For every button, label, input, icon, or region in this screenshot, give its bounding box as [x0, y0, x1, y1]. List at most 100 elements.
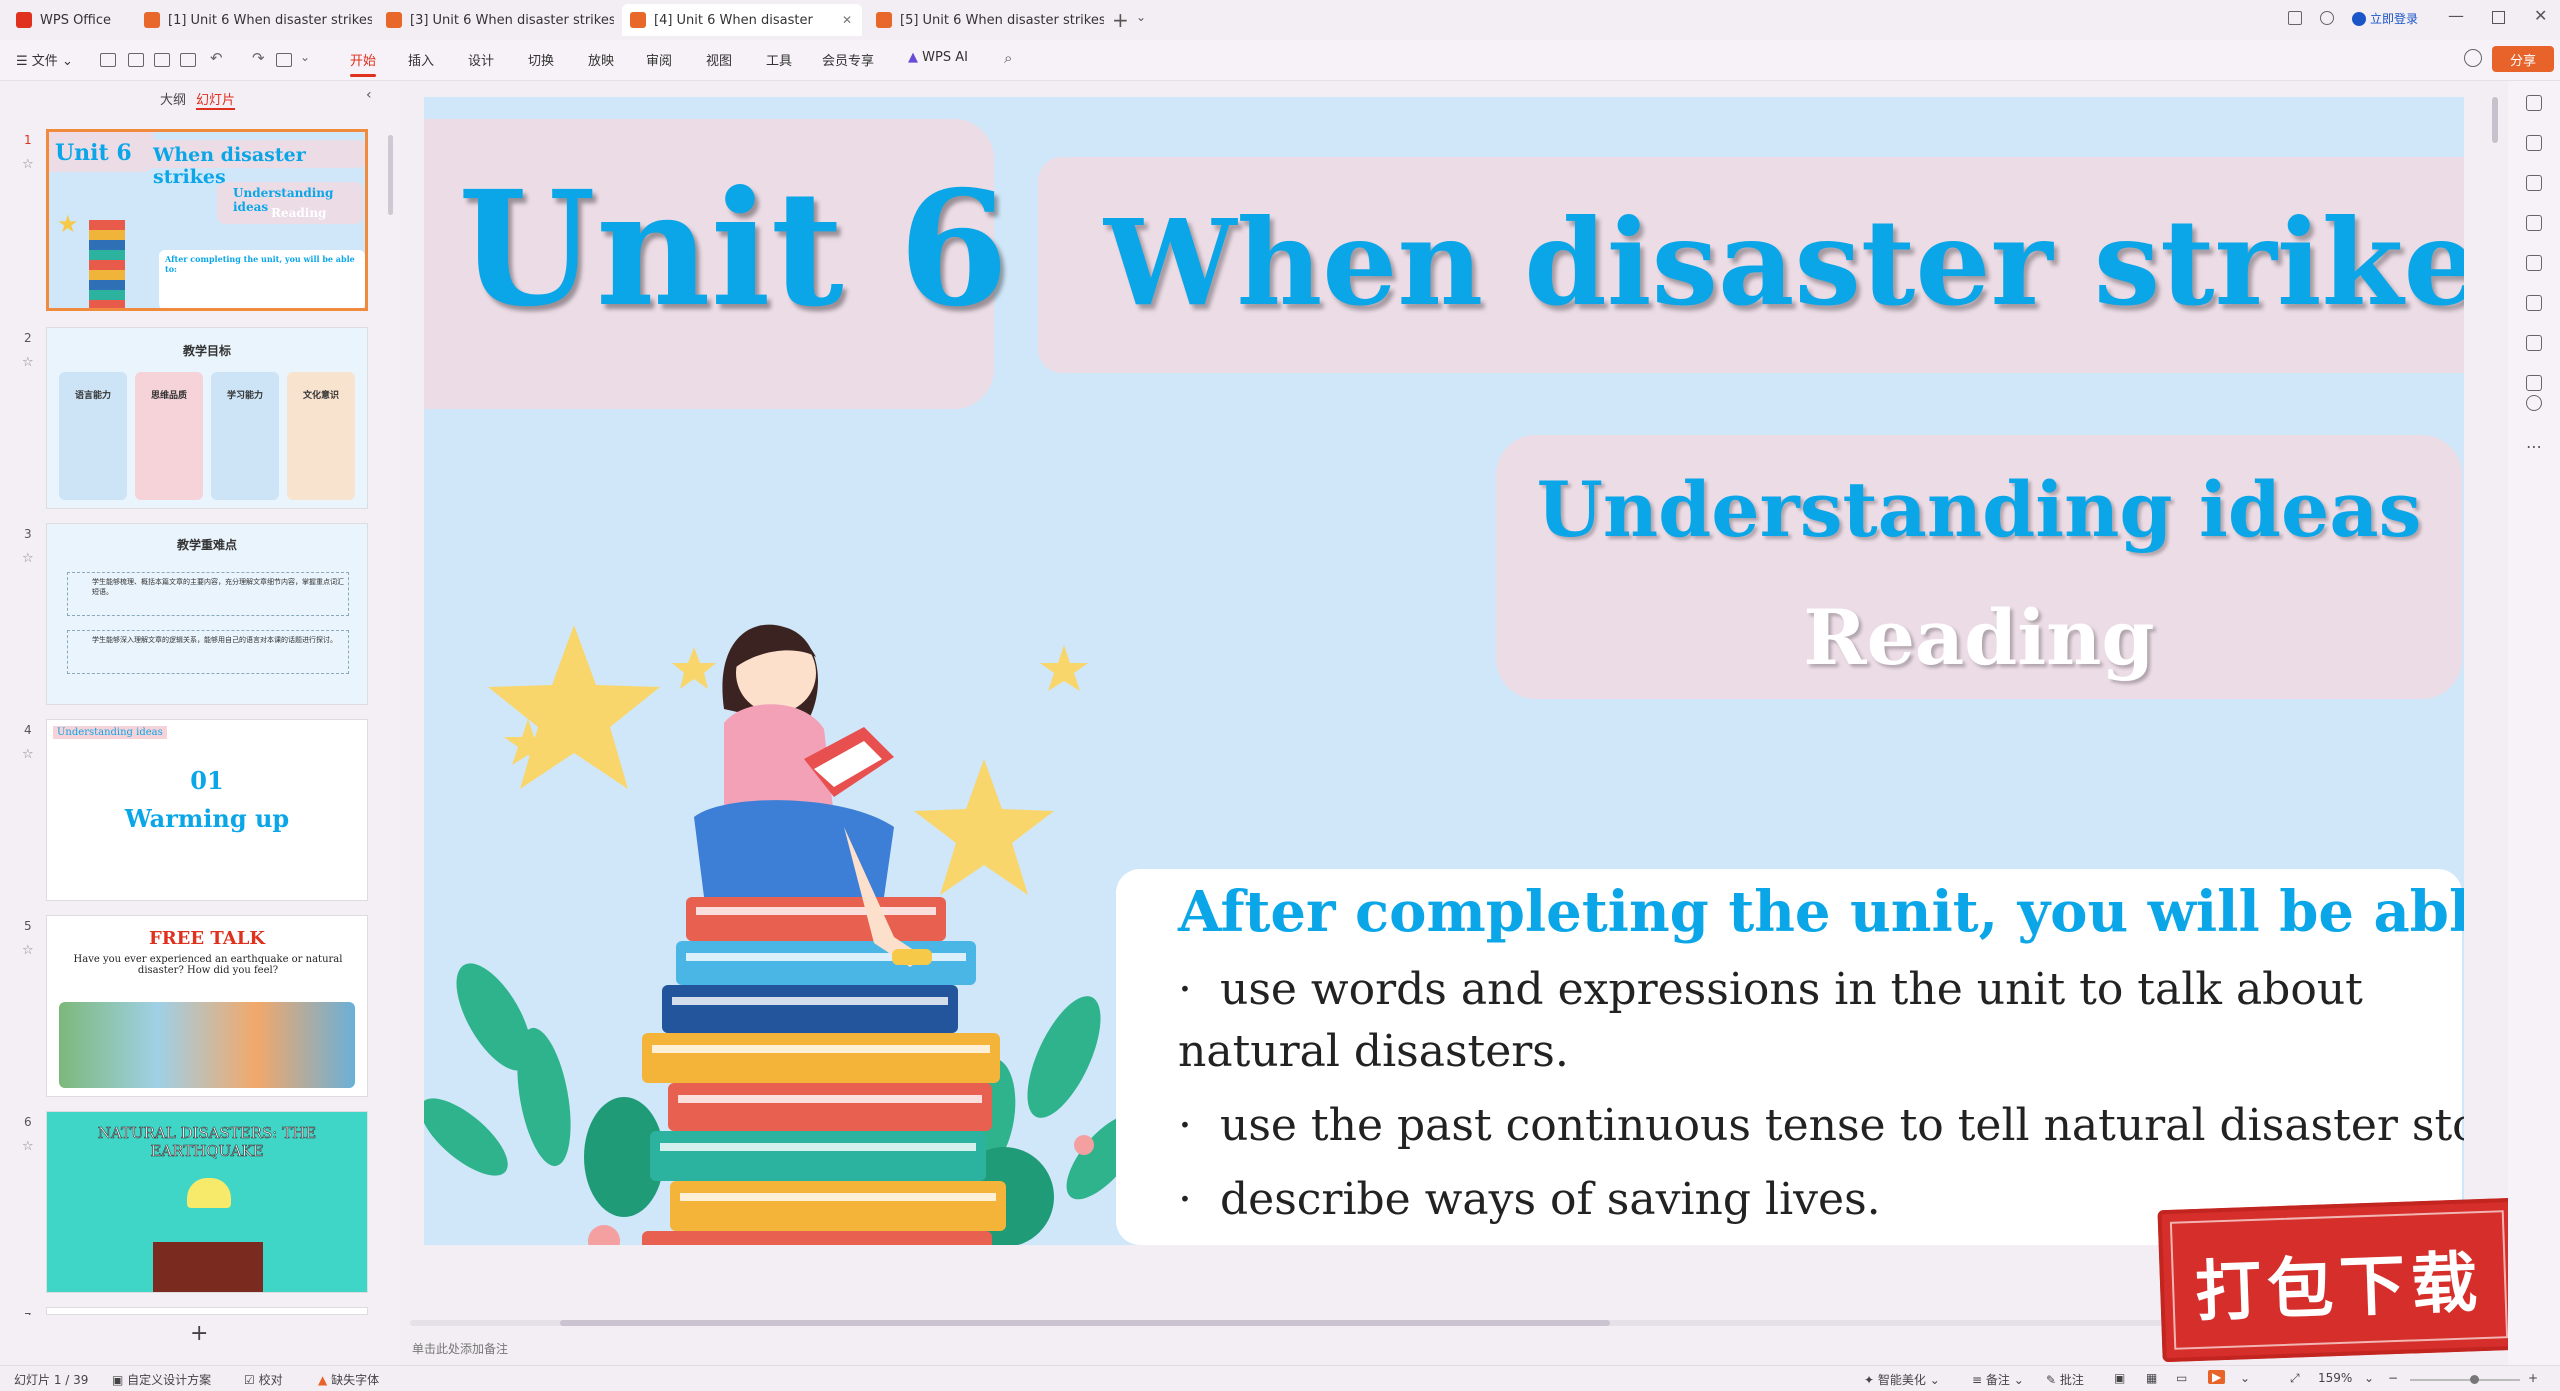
chevron-down-icon[interactable]: ⌄	[1136, 10, 1146, 24]
settings-icon[interactable]	[2526, 135, 2542, 151]
books-stack-illustration	[642, 897, 1006, 1245]
menu-membership[interactable]: 会员专享	[822, 50, 874, 69]
chevron-down-icon[interactable]: ⌄	[2364, 1371, 2374, 1385]
chevron-down-icon[interactable]: ⌄	[300, 50, 310, 64]
more-icon[interactable]: ⋯	[2526, 437, 2542, 456]
file-menu[interactable]: ☰ 文件 ⌄	[16, 50, 73, 69]
star-icon[interactable]: ☆	[22, 157, 34, 172]
share-button[interactable]: 分享	[2492, 46, 2554, 72]
panel-scrollbar[interactable]	[388, 135, 393, 215]
format-painter-icon[interactable]	[276, 53, 292, 67]
thumbnail-slide-7[interactable]	[46, 1307, 368, 1315]
help-icon[interactable]	[2526, 395, 2542, 411]
close-window-icon[interactable]: ✕	[2534, 6, 2547, 25]
close-tab-icon[interactable]: ✕	[842, 13, 852, 27]
window-layout-icon[interactable]	[2288, 11, 2302, 25]
menu-tools[interactable]: 工具	[766, 50, 792, 69]
menu-wps-ai[interactable]: ▲ WPS AI	[908, 50, 968, 65]
undo-icon[interactable]: ↶	[210, 49, 223, 67]
design-scheme-button[interactable]: ▣ 自定义设计方案	[112, 1371, 211, 1388]
smart-beautify-button[interactable]: ✦ 智能美化 ⌄	[1864, 1371, 1940, 1388]
thumbnail-slide-3[interactable]: 教学重难点 学生能够梳理、概括本篇文章的主要内容，充分理解文章细节内容，掌握重点…	[46, 523, 368, 705]
tab-wps-office[interactable]: WPS Office	[8, 4, 128, 36]
minimize-icon[interactable]: —	[2448, 6, 2464, 25]
goals-heading[interactable]: After completing the unit, you will be a…	[1178, 879, 2464, 945]
export-icon[interactable]	[128, 53, 144, 67]
tab-document-3[interactable]: [3] Unit 6 When disaster strikes	[378, 4, 614, 36]
download-stamp[interactable]: 打包下载	[2157, 1197, 2521, 1363]
thumbnail-slide-2[interactable]: 教学目标 语言能力 思维品质 学习能力 文化意识	[46, 327, 368, 509]
right-toolbar: ⋯	[2508, 81, 2560, 1365]
star-icon[interactable]: ☆	[22, 1139, 34, 1154]
reading-view-icon[interactable]: ▭	[2176, 1371, 2187, 1385]
normal-view-icon[interactable]: ▣	[2114, 1371, 2125, 1385]
chevron-down-icon[interactable]: ⌄	[2240, 1371, 2250, 1385]
bookmark-icon[interactable]	[2526, 375, 2542, 391]
play-icon[interactable]: ▶	[2208, 1370, 2226, 1384]
cloud-sync-icon[interactable]	[2464, 49, 2482, 67]
collapse-panel-icon[interactable]: ‹	[366, 87, 372, 103]
save-icon[interactable]	[100, 53, 116, 67]
tools-icon[interactable]	[2526, 255, 2542, 271]
star-icon[interactable]: ☆	[22, 355, 34, 370]
star-icon[interactable]	[2526, 175, 2542, 191]
menu-view[interactable]: 视图	[706, 50, 732, 69]
thumbnail-slide-6[interactable]: NATURAL DISASTERS: THE EARTHQUAKE	[46, 1111, 368, 1293]
wps-ai-label: WPS AI	[922, 50, 968, 65]
cube-icon[interactable]	[2320, 11, 2334, 25]
thumbnail-slide-4[interactable]: Understanding ideas 01 Warming up	[46, 719, 368, 901]
star-icon[interactable]: ☆	[22, 943, 34, 958]
search-icon[interactable]: ⌕	[1004, 49, 1012, 67]
menu-home[interactable]: 开始	[350, 50, 377, 77]
collapse-icon[interactable]	[2526, 95, 2542, 111]
star-icon[interactable]: ☆	[22, 551, 34, 566]
image-icon[interactable]	[2526, 335, 2542, 351]
menu-review[interactable]: 审阅	[646, 50, 672, 69]
menu-insert[interactable]: 插入	[408, 50, 434, 69]
tab-document-1[interactable]: [1] Unit 6 When disaster strikes	[136, 4, 372, 36]
new-tab-icon[interactable]: +	[1112, 8, 1129, 32]
zoom-slider-handle[interactable]	[2470, 1375, 2479, 1384]
missing-font-button[interactable]: ▲ 缺失字体	[318, 1371, 379, 1388]
subtitle[interactable]: Understanding ideas	[1496, 465, 2462, 554]
outline-tab[interactable]: 大纲	[160, 89, 186, 108]
menu-design[interactable]: 设计	[468, 50, 494, 69]
zoom-slider-track[interactable]	[2410, 1379, 2520, 1381]
goal-item[interactable]: · use words and expressions in the unit …	[1178, 959, 2448, 1083]
fit-window-icon[interactable]: ⤢	[2290, 1371, 2300, 1386]
thumbnail-slide-5[interactable]: FREE TALK Have you ever experienced an e…	[46, 915, 368, 1097]
tab-document-4-active[interactable]: [4] Unit 6 When disaster ✕	[622, 4, 862, 36]
zoom-out-icon[interactable]: −	[2388, 1371, 2398, 1385]
zoom-level[interactable]: 159%	[2318, 1371, 2352, 1385]
slide-number: 5	[24, 919, 32, 933]
zoom-in-icon[interactable]: +	[2528, 1371, 2538, 1385]
restore-icon[interactable]	[2492, 11, 2505, 24]
preview-icon[interactable]	[180, 53, 196, 67]
slide-canvas[interactable]: Unit 6 When disaster strikes Understandi…	[424, 97, 2464, 1245]
slides-tab[interactable]: 幻灯片	[196, 89, 236, 110]
comments-button[interactable]: ✎ 批注	[2046, 1371, 2084, 1388]
redo-icon[interactable]: ↷	[252, 49, 265, 67]
proof-button[interactable]: ☑ 校对	[244, 1371, 283, 1388]
thumb-number: 01	[190, 766, 224, 795]
thumb-column: 学习能力	[211, 372, 279, 500]
notes-placeholder[interactable]: 单击此处添加备注	[412, 1340, 508, 1357]
add-slide-button[interactable]: +	[190, 1321, 208, 1346]
horizontal-scrollbar-thumb[interactable]	[560, 1320, 1610, 1326]
star-icon[interactable]: ☆	[22, 747, 34, 762]
copy-icon[interactable]	[2526, 215, 2542, 231]
shapes-icon[interactable]	[2526, 295, 2542, 311]
login-button[interactable]: 立即登录	[2352, 10, 2418, 27]
thumbnail-slide-1[interactable]: Unit 6 When disaster strikes Understandi…	[46, 129, 368, 311]
slide-scrollbar[interactable]	[2492, 97, 2498, 143]
notes-button[interactable]: ≡ 备注 ⌄	[1972, 1371, 2024, 1388]
tab-document-5[interactable]: [5] Unit 6 When disaster strikes	[868, 4, 1104, 36]
menu-slideshow[interactable]: 放映	[588, 50, 614, 69]
print-icon[interactable]	[154, 53, 170, 67]
sorter-view-icon[interactable]: ▦	[2146, 1371, 2157, 1385]
goal-item[interactable]: · use the past continuous tense to tell …	[1178, 1095, 2464, 1157]
slide-title[interactable]: When disaster strikes	[1104, 193, 2464, 332]
menu-transition[interactable]: 切换	[528, 50, 554, 69]
section-label[interactable]: Reading	[1496, 593, 2462, 682]
unit-title[interactable]: Unit 6	[458, 157, 1009, 342]
